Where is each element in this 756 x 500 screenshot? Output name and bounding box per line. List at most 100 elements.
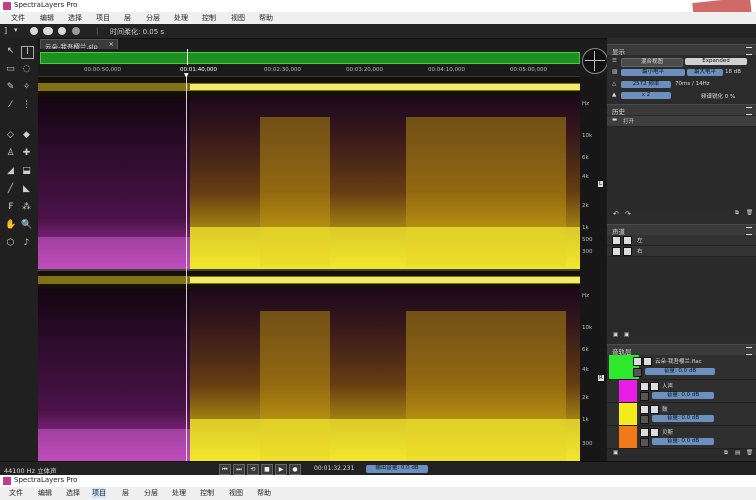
visibility-icon[interactable]: [640, 405, 649, 414]
channel-options-icon[interactable]: ▣: [613, 332, 618, 338]
channel-row-right[interactable]: 右: [607, 246, 756, 257]
menu-help[interactable]: 帮助: [259, 13, 273, 23]
layer-bass[interactable]: 贝斯 音量: 0.0 dB: [607, 426, 756, 449]
brush-tool-icon[interactable]: ⁄: [5, 100, 16, 111]
menu-view[interactable]: 视图: [229, 488, 243, 498]
mute-icon[interactable]: [623, 247, 632, 256]
menu-icon[interactable]: [746, 107, 752, 115]
pen-tool-icon[interactable]: ✎: [5, 82, 16, 93]
link-icon[interactable]: [633, 368, 642, 377]
stamp-tool-icon[interactable]: ♙: [5, 148, 16, 159]
display-mode-icon[interactable]: ☰: [612, 58, 617, 64]
zoom-tool-icon[interactable]: 🔍: [21, 220, 32, 231]
play-button[interactable]: ▶: [275, 464, 287, 475]
frequency-scale[interactable]: Hz 10k 6k 4k 2k 1k 500 300 L Hz 10k 6k 4…: [580, 77, 606, 461]
overview-navigator[interactable]: [38, 49, 580, 65]
spectrogram-right-channel[interactable]: [38, 271, 580, 461]
heal-tool-icon[interactable]: ✚: [21, 148, 32, 159]
close-tab-icon[interactable]: ×: [109, 40, 114, 48]
menu-icon[interactable]: [746, 47, 752, 55]
duplicate-layer-icon[interactable]: ▤: [735, 450, 740, 456]
max-level-field[interactable]: 最大电平: [687, 69, 723, 76]
eyedropper-tool-icon[interactable]: ⁂: [21, 202, 32, 213]
mute-icon[interactable]: [643, 357, 652, 366]
layer-drums[interactable]: 鼓 音量: 0.0 dB: [607, 403, 756, 426]
eraser-alt-icon[interactable]: ◆: [21, 130, 32, 141]
undo-icon[interactable]: ↶: [613, 210, 619, 218]
layer-vocals[interactable]: 人声 音量: 0.0 dB: [607, 380, 756, 403]
min-level-field[interactable]: 最小电平: [621, 69, 685, 76]
link-icon[interactable]: [640, 438, 649, 447]
left-channel-marker[interactable]: L: [598, 181, 604, 187]
link-icon[interactable]: [640, 392, 649, 401]
menu-process[interactable]: 处理: [174, 13, 188, 23]
visibility-icon[interactable]: [633, 357, 642, 366]
eraser-tool-icon[interactable]: ◇: [5, 130, 16, 141]
menu-layer[interactable]: 层: [122, 488, 129, 498]
cursor-icon[interactable]: ]: [4, 26, 7, 35]
text-select-tool-icon[interactable]: I: [21, 46, 34, 59]
overview-range[interactable]: [40, 52, 580, 64]
layer-volume-field[interactable]: 音量: 0.0 dB: [652, 392, 714, 399]
layer-options-icon[interactable]: ▣: [613, 450, 618, 456]
menu-select[interactable]: 选择: [68, 13, 82, 23]
output-volume-field[interactable]: 输出音量: 0.0 dB: [366, 465, 428, 473]
menu-edit[interactable]: 编辑: [38, 488, 52, 498]
hand-tool-icon[interactable]: ✋: [5, 220, 16, 231]
menu-icon[interactable]: [746, 347, 752, 355]
channel-options-icon[interactable]: ▣: [624, 332, 629, 338]
menu-select[interactable]: 选择: [66, 488, 80, 498]
visibility-icon[interactable]: [640, 428, 649, 437]
visibility-icon[interactable]: [640, 382, 649, 391]
display-panel-header[interactable]: 显示: [607, 44, 756, 56]
layer-main[interactable]: 云朵-我吾樱兰.flac 音量: 0.0 dB: [607, 355, 756, 380]
menu-control[interactable]: 控制: [202, 13, 216, 23]
menu-project[interactable]: 项目: [92, 488, 106, 498]
record-button[interactable]: ●: [289, 464, 301, 475]
brush-soft-icon[interactable]: [43, 27, 53, 35]
layers-panel-header[interactable]: 音轨层: [607, 344, 756, 356]
dodge-tool-icon[interactable]: ◢: [5, 166, 16, 177]
speaker-icon[interactable]: ♪: [21, 238, 32, 249]
menu-unmix[interactable]: 分层: [146, 13, 160, 23]
lasso-tool-icon[interactable]: ◌: [21, 64, 32, 75]
view-navigator-dial[interactable]: [582, 48, 608, 74]
delete-layer-icon[interactable]: 🗑: [746, 450, 753, 456]
mute-icon[interactable]: [650, 428, 659, 437]
move-tool-icon[interactable]: ↖: [5, 46, 16, 57]
go-to-start-button[interactable]: ⏮: [219, 464, 231, 475]
layer-volume-field[interactable]: 音量: 0.0 dB: [652, 438, 714, 445]
fft-size-field[interactable]: 2572 频率: [621, 81, 671, 88]
mute-icon[interactable]: [650, 405, 659, 414]
channel-panel-header[interactable]: 声道: [607, 224, 756, 236]
delete-icon[interactable]: 🗑: [746, 210, 753, 216]
rectangle-select-icon[interactable]: ▭: [5, 64, 16, 75]
menu-view[interactable]: 视图: [231, 13, 245, 23]
brush-medium-icon[interactable]: [58, 27, 66, 35]
copy-icon[interactable]: ⧉: [735, 210, 739, 217]
mixed-view-button[interactable]: 混合视图: [621, 58, 683, 67]
3d-view-icon[interactable]: ⬡: [5, 238, 16, 249]
view-mode-dropdown[interactable]: Expanded: [685, 58, 747, 65]
mute-icon[interactable]: [623, 236, 632, 245]
time-ruler[interactable]: 00:00:50,000 00:01:40,000 00:02:30,000 0…: [38, 66, 580, 79]
menu-file[interactable]: 文件: [9, 488, 23, 498]
menu-control[interactable]: 控制: [200, 488, 214, 498]
layer-volume-field[interactable]: 音量: 0.0 dB: [652, 415, 714, 422]
menu-layer[interactable]: 层: [124, 13, 131, 23]
time-smoothing-field[interactable]: 时间柔化: 0.05 s: [110, 27, 164, 37]
menu-project[interactable]: 项目: [96, 13, 110, 23]
spectrogram-left-channel[interactable]: [38, 77, 580, 269]
mute-icon[interactable]: [650, 382, 659, 391]
menu-unmix[interactable]: 分层: [144, 488, 158, 498]
brush-mode-icon[interactable]: [30, 27, 38, 35]
stop-button[interactable]: ■: [261, 464, 273, 475]
visibility-icon[interactable]: [612, 247, 621, 256]
magic-wand-icon[interactable]: ✧: [21, 82, 32, 93]
sharpen-tool-icon[interactable]: ◣: [21, 184, 32, 195]
menu-file[interactable]: 文件: [11, 13, 25, 23]
sample-rate-field[interactable]: x 2: [621, 92, 671, 99]
link-icon[interactable]: [640, 415, 649, 424]
pencil-tool-icon[interactable]: ╱: [5, 184, 16, 195]
menu-edit[interactable]: 编辑: [40, 13, 54, 23]
